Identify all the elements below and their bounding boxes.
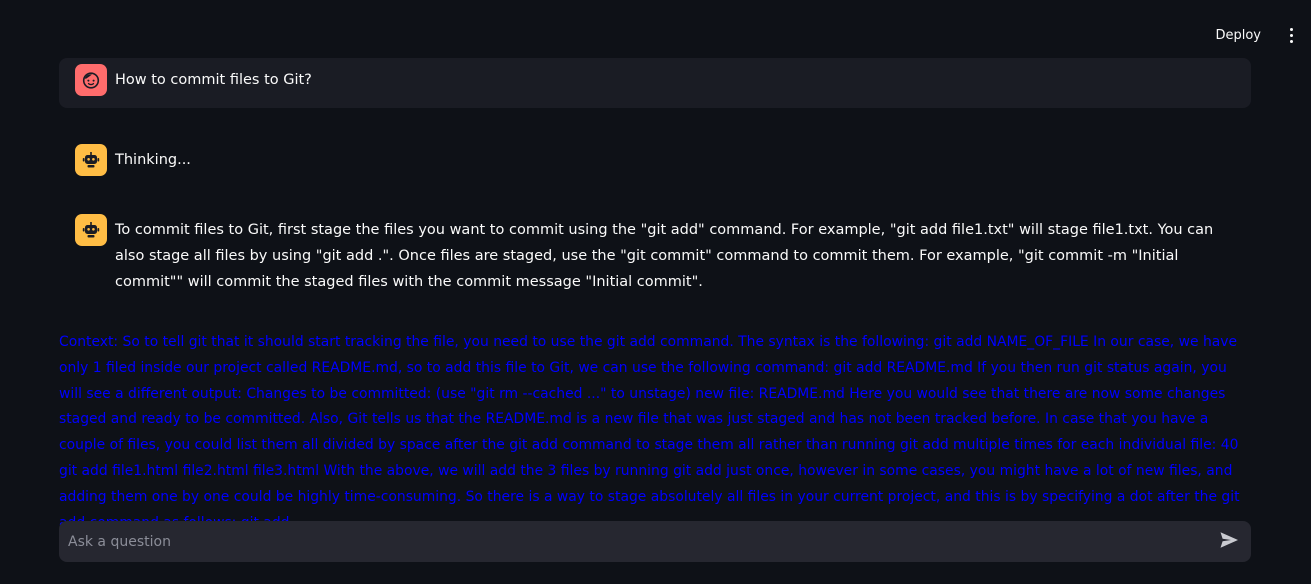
- robot-icon: [75, 144, 107, 176]
- assistant-message: To commit files to Git, first stage the …: [59, 208, 1251, 301]
- chat-messages: How to commit files to Git? Thinking...: [59, 58, 1251, 301]
- app: Deploy How to commit files to Git? Think…: [0, 0, 1311, 584]
- message-text: Thinking...: [115, 152, 191, 168]
- message-text: How to commit files to Git?: [115, 72, 312, 88]
- user-message: How to commit files to Git?: [59, 58, 1251, 108]
- assistant-message: Thinking...: [59, 138, 1251, 182]
- send-icon: [1219, 531, 1239, 552]
- deploy-button[interactable]: Deploy: [1207, 26, 1269, 44]
- more-vertical-icon[interactable]: [1283, 26, 1299, 44]
- message-text: To commit files to Git, first stage the …: [115, 222, 1214, 290]
- robot-icon: [75, 214, 107, 246]
- chat-input[interactable]: [59, 521, 1209, 562]
- chat-input-container: [59, 521, 1251, 562]
- user-face-icon: [75, 64, 107, 96]
- context-text: Context: So to tell git that it should s…: [59, 334, 1240, 531]
- send-button[interactable]: [1209, 521, 1249, 562]
- header: Deploy: [0, 0, 1311, 58]
